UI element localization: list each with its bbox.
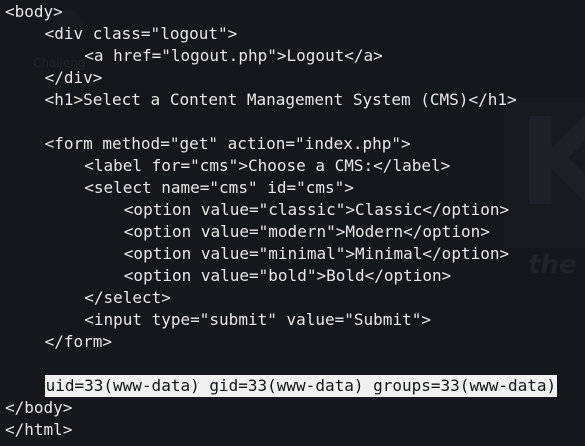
code-line: </html> [5,419,72,441]
code-text: <input type="submit" value="Submit"> [84,310,431,329]
watermark-letter: K [518,94,585,233]
watermark-tagline: the [528,250,577,280]
code-text: <form method="get" action="index.php"> [44,134,411,153]
highlighted-text: uid=33(www-data) gid=33(www-data) groups… [44,375,558,397]
code-text: <option value="classic">Classic</option> [123,200,510,219]
code-line: <h1>Select a Content Management System (… [45,89,517,111]
code-line: <label for="cms">Choose a CMS:</label> [84,155,450,177]
code-line: <option value="bold">Bold</option> [124,265,452,287]
terminal-output: Challeng K the <body> <div class="logout"… [0,0,585,446]
code-line: <body> [5,1,63,23]
code-line: </select> [84,287,171,309]
code-line: <option value="classic">Classic</option> [124,199,509,221]
code-text: <body> [5,2,63,21]
code-line: <select name="cms" id="cms"> [84,177,354,199]
code-text: <div class="logout"> [44,24,238,43]
code-text: <label for="cms">Choose a CMS:</label> [84,156,451,175]
code-line: <form method="get" action="index.php"> [45,133,411,155]
command-output-line: uid=33(www-data) gid=33(www-data) groups… [44,375,558,397]
code-line: <input type="submit" value="Submit"> [84,309,431,331]
code-text: </body> [5,398,73,417]
code-line: </form> [45,331,112,353]
code-text: <a href="logout.php">Logout</a> [84,46,383,65]
code-text: </form> [44,332,113,351]
code-text: <h1>Select a Content Management System (… [44,90,517,109]
code-text: </div> [44,68,103,87]
code-line: <option value="modern">Modern</option> [124,221,490,243]
code-text: <option value="modern">Modern</option> [123,222,490,241]
code-line: <div class="logout"> [45,23,238,45]
code-text: <option value="minimal">Minimal</option> [123,244,510,263]
code-line: </div> [45,67,103,89]
code-line: </body> [5,397,72,419]
code-text: </select> [84,288,171,307]
code-line: <a href="logout.php">Logout</a> [84,45,383,67]
code-text: <option value="bold">Bold</option> [123,266,452,285]
code-text: </html> [5,420,73,439]
code-line: <option value="minimal">Minimal</option> [124,243,509,265]
code-text: <select name="cms" id="cms"> [84,178,354,197]
